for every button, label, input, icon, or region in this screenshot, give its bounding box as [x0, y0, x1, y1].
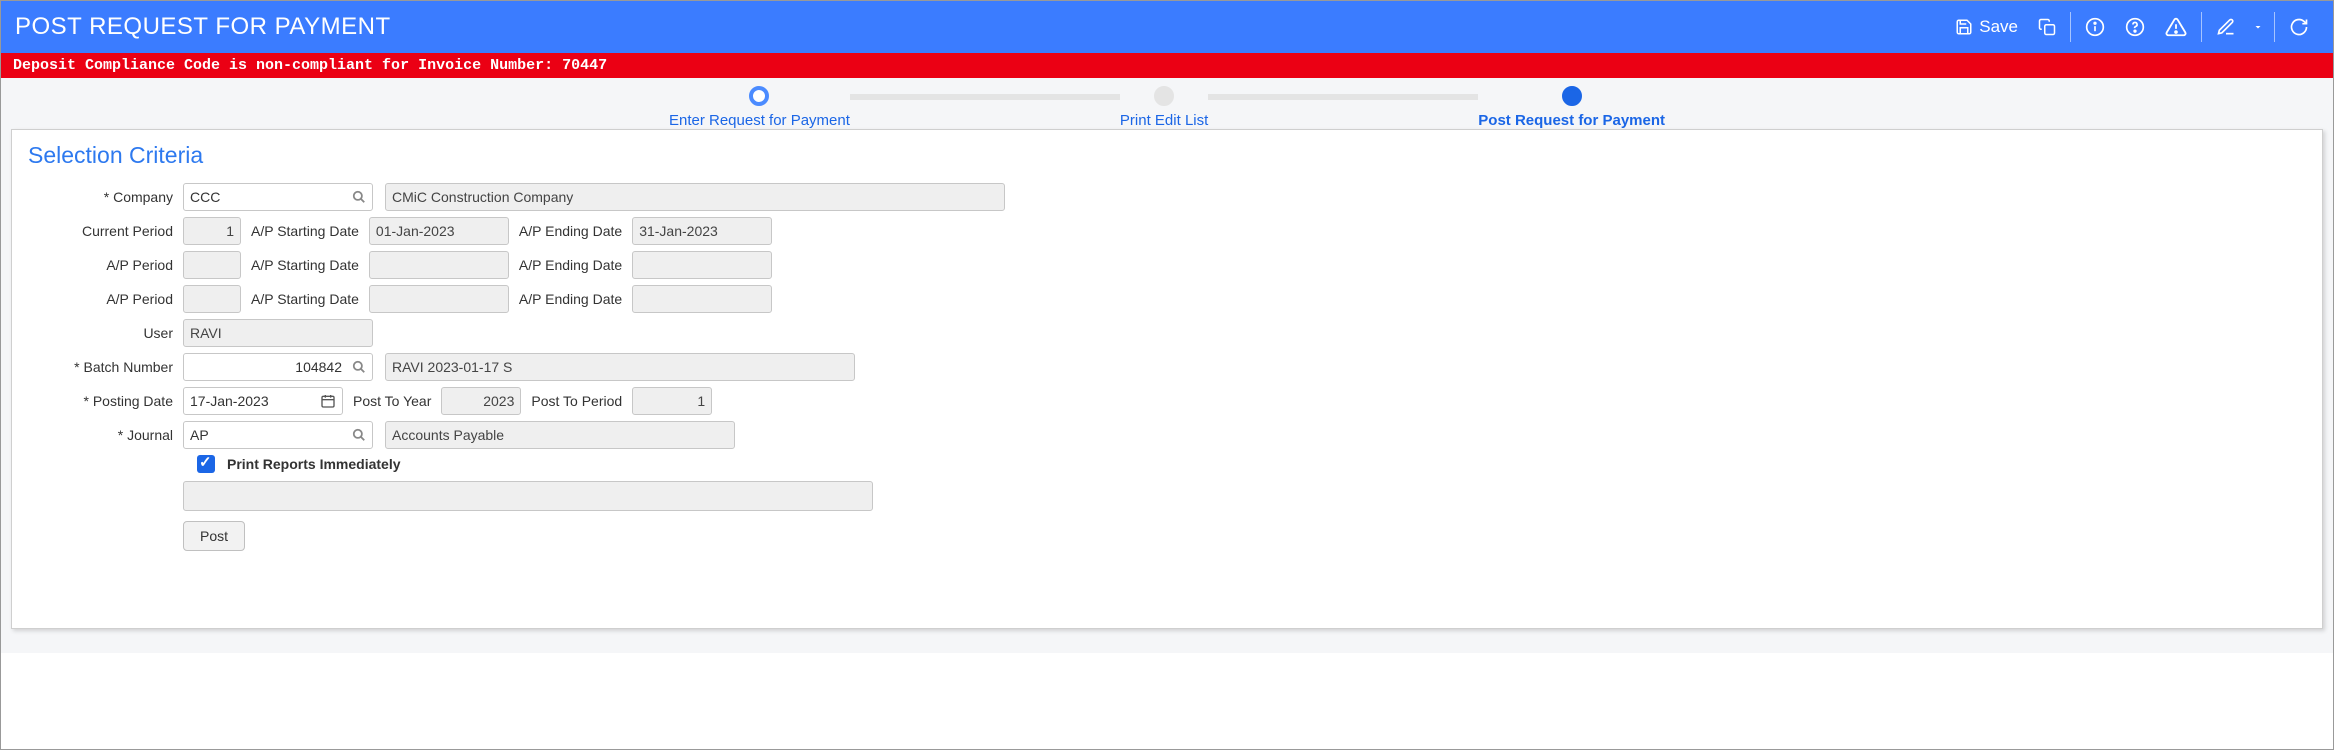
row-ap-period-2: A/P Period A/P Starting Date A/P Ending …	[28, 251, 2306, 279]
row-current-period: Current Period 1 A/P Starting Date 01-Ja…	[28, 217, 2306, 245]
compliance-alert: Deposit Compliance Code is non-compliant…	[1, 53, 2333, 78]
step-enter-request[interactable]: Enter Request for Payment	[669, 86, 850, 129]
label-batch: Batch Number	[28, 359, 183, 375]
label-ap-period-3: A/P Period	[28, 291, 183, 307]
step-connector	[1208, 94, 1478, 100]
header-divider-3	[2274, 12, 2275, 42]
row-user: User RAVI	[28, 319, 2306, 347]
ap-start-3-display	[369, 285, 509, 313]
label-post-to-period: Post To Period	[521, 393, 632, 409]
label-company: Company	[28, 189, 183, 205]
label-ap-end-2: A/P Ending Date	[509, 257, 632, 273]
ap-end-1-display: 31-Jan-2023	[632, 217, 772, 245]
stepper: Enter Request for Payment Print Edit Lis…	[1, 86, 2333, 129]
edit-button[interactable]	[2206, 1, 2246, 53]
label-journal: Journal	[28, 427, 183, 443]
batch-number-input[interactable]	[183, 353, 373, 381]
page-title: POST REQUEST FOR PAYMENT	[15, 13, 1945, 41]
posting-date-input[interactable]	[183, 387, 343, 415]
step-dot-icon	[1562, 86, 1582, 106]
posting-date-field[interactable]	[190, 393, 336, 409]
alert-message: Deposit Compliance Code is non-compliant…	[13, 57, 607, 74]
step-connector	[850, 94, 1120, 100]
search-icon[interactable]	[352, 360, 366, 374]
search-icon[interactable]	[352, 190, 366, 204]
stepper-area: Enter Request for Payment Print Edit Lis…	[1, 78, 2333, 653]
batch-desc-display: RAVI 2023-01-17 S	[385, 353, 855, 381]
save-icon	[1955, 18, 1973, 36]
company-name-display: CMiC Construction Company	[385, 183, 1005, 211]
step-dot-icon	[1154, 86, 1174, 106]
print-reports-checkbox[interactable]	[197, 455, 215, 473]
label-post-to-year: Post To Year	[343, 393, 441, 409]
ap-period-2-display	[183, 251, 241, 279]
ap-end-3-display	[632, 285, 772, 313]
journal-desc-display: Accounts Payable	[385, 421, 735, 449]
step-dot-icon	[749, 86, 769, 106]
app-header: POST REQUEST FOR PAYMENT Save	[1, 1, 2333, 53]
label-user: User	[28, 325, 183, 341]
label-ap-start-2: A/P Starting Date	[241, 257, 369, 273]
ap-period-3-display	[183, 285, 241, 313]
header-divider	[2070, 12, 2071, 42]
company-code-input[interactable]	[183, 183, 373, 211]
user-display: RAVI	[183, 319, 373, 347]
batch-number-field[interactable]	[190, 359, 366, 375]
dropdown-button[interactable]	[2246, 1, 2270, 53]
label-ap-start-3: A/P Starting Date	[241, 291, 369, 307]
ap-start-2-display	[369, 251, 509, 279]
ap-start-1-display: 01-Jan-2023	[369, 217, 509, 245]
label-ap-end-1: A/P Ending Date	[509, 223, 632, 239]
calendar-icon[interactable]	[320, 393, 336, 409]
journal-code-input[interactable]	[183, 421, 373, 449]
row-ap-period-3: A/P Period A/P Starting Date A/P Ending …	[28, 285, 2306, 313]
step-label: Post Request for Payment	[1478, 112, 1665, 129]
panel-title: Selection Criteria	[28, 142, 2306, 169]
row-print-reports: Print Reports Immediately	[183, 455, 2306, 473]
row-company: Company CMiC Construction Company	[28, 183, 2306, 211]
journal-code-field[interactable]	[190, 427, 366, 443]
step-post-request[interactable]: Post Request for Payment	[1478, 86, 1665, 129]
post-button[interactable]: Post	[183, 521, 245, 551]
copy-button[interactable]	[2028, 1, 2066, 53]
step-label: Print Edit List	[1120, 112, 1208, 129]
header-divider-2	[2201, 12, 2202, 42]
label-print-reports: Print Reports Immediately	[227, 456, 401, 472]
alert-button[interactable]	[2155, 1, 2197, 53]
save-button[interactable]: Save	[1945, 1, 2028, 53]
label-ap-period-2: A/P Period	[28, 257, 183, 273]
info-button[interactable]	[2075, 1, 2115, 53]
save-button-label: Save	[1979, 17, 2018, 37]
label-ap-start-1: A/P Starting Date	[241, 223, 369, 239]
header-actions: Save	[1945, 1, 2319, 53]
company-code-field[interactable]	[190, 189, 366, 205]
post-to-period-display: 1	[632, 387, 712, 415]
row-posting-date: Posting Date Post To Year 2023 Post To P…	[28, 387, 2306, 415]
post-to-year-display: 2023	[441, 387, 521, 415]
status-display	[183, 481, 873, 511]
step-label: Enter Request for Payment	[669, 112, 850, 129]
search-icon[interactable]	[352, 428, 366, 442]
label-current-period: Current Period	[28, 223, 183, 239]
refresh-button[interactable]	[2279, 1, 2319, 53]
row-batch: Batch Number RAVI 2023-01-17 S	[28, 353, 2306, 381]
ap-end-2-display	[632, 251, 772, 279]
current-period-display: 1	[183, 217, 241, 245]
help-button[interactable]	[2115, 1, 2155, 53]
row-journal: Journal Accounts Payable	[28, 421, 2306, 449]
step-print-edit-list[interactable]: Print Edit List	[1120, 86, 1208, 129]
selection-criteria-panel: Selection Criteria Company CMiC Construc…	[11, 129, 2323, 629]
label-posting-date: Posting Date	[28, 393, 183, 409]
label-ap-end-3: A/P Ending Date	[509, 291, 632, 307]
